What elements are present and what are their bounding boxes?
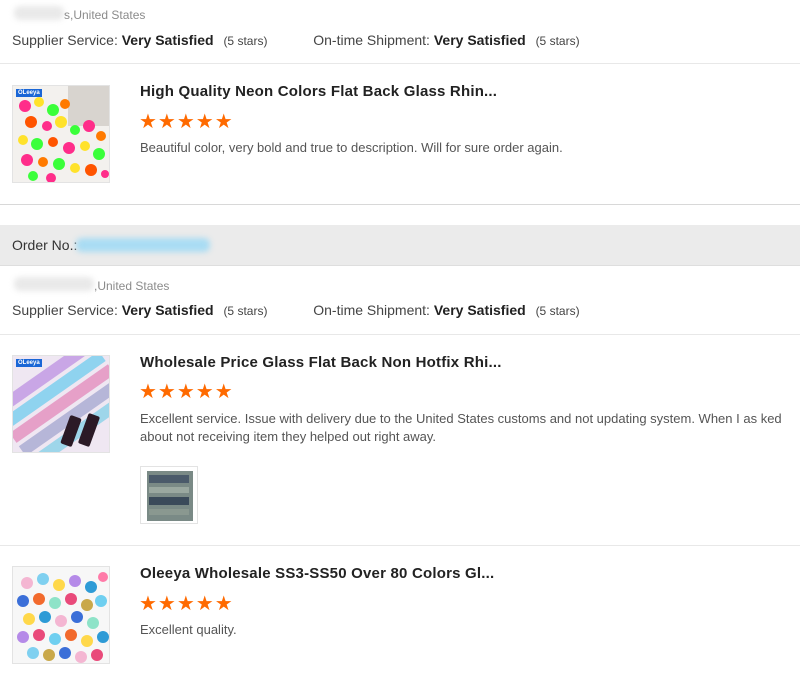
buyer-location: ,United States <box>94 279 170 293</box>
redacted-order-number <box>76 238 210 252</box>
shipment-label: On-time Shipment: <box>313 32 430 48</box>
seller-ratings: Supplier Service: Very Satisfied (5 star… <box>12 302 580 318</box>
shipment-label: On-time Shipment: <box>313 302 430 318</box>
review-comment: Beautiful color, very bold and true to d… <box>140 140 563 155</box>
product-title[interactable]: High Quality Neon Colors Flat Back Glass… <box>140 83 497 100</box>
shipment-stars: (5 stars) <box>535 304 580 318</box>
product-thumbnail[interactable]: OLeeya <box>12 355 110 453</box>
product-title[interactable]: Oleeya Wholesale SS3-SS50 Over 80 Colors… <box>140 565 494 582</box>
divider <box>0 63 800 64</box>
shipment-value: Very Satisfied <box>433 32 526 48</box>
shipment-value: Very Satisfied <box>433 302 526 318</box>
review-comment: Excellent quality. <box>140 622 237 637</box>
star-rating: ★★★★★ <box>139 593 234 615</box>
supplier-service-stars: (5 stars) <box>223 304 268 318</box>
seller-ratings: Supplier Service: Very Satisfied (5 star… <box>12 32 580 48</box>
product-title[interactable]: Wholesale Price Glass Flat Back Non Hotf… <box>140 354 502 371</box>
supplier-service-stars: (5 stars) <box>223 34 268 48</box>
divider <box>0 545 800 546</box>
buyer-location: s,United States <box>64 8 146 22</box>
review-comment: Excellent service. Issue with delivery d… <box>140 411 782 444</box>
product-thumbnail[interactable]: OLeeya <box>12 85 110 183</box>
supplier-service-value: Very Satisfied <box>121 32 214 48</box>
supplier-service-label: Supplier Service: <box>12 32 118 48</box>
redacted-buyer-name <box>14 6 64 20</box>
star-rating: ★★★★★ <box>139 381 234 403</box>
shipment-stars: (5 stars) <box>535 34 580 48</box>
order-number-label: Order No.: <box>12 237 78 253</box>
star-rating: ★★★★★ <box>139 111 234 133</box>
brand-logo: OLeeya <box>16 359 42 367</box>
brand-logo: OLeeya <box>16 89 42 97</box>
order-bar <box>0 204 800 226</box>
divider <box>0 334 800 335</box>
review-photo[interactable] <box>140 466 198 524</box>
redacted-buyer-name <box>14 277 94 291</box>
supplier-service-label: Supplier Service: <box>12 302 118 318</box>
product-thumbnail[interactable] <box>12 566 110 664</box>
supplier-service-value: Very Satisfied <box>121 302 214 318</box>
